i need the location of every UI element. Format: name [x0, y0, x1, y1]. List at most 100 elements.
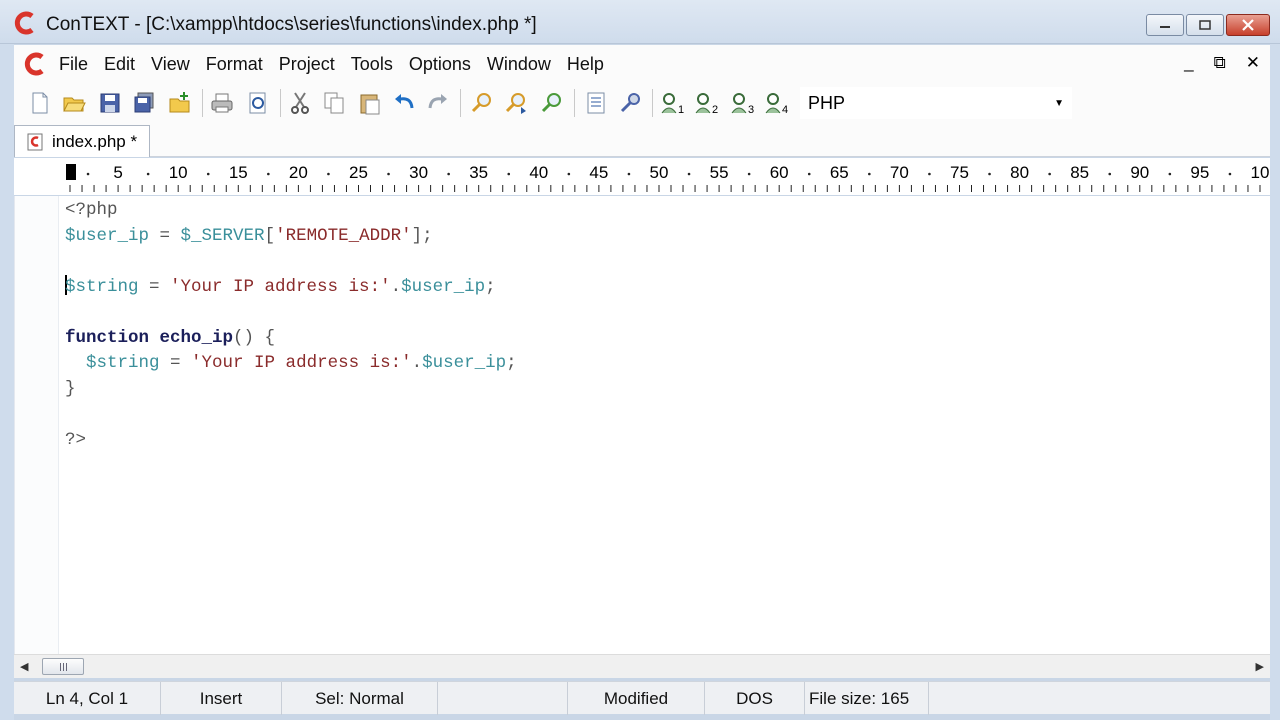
language-select[interactable]: PHP ▼ [800, 87, 1072, 119]
menu-help[interactable]: Help [567, 54, 604, 75]
cut-icon[interactable] [288, 91, 312, 115]
svg-text:2: 2 [712, 104, 718, 115]
open-folder-icon[interactable] [62, 91, 86, 115]
menu-file[interactable]: File [59, 54, 88, 75]
code-line[interactable]: <?php [65, 198, 517, 224]
code-token: 'Your IP address is:' [191, 353, 412, 373]
doc-restore-icon[interactable]: ⧉ [1214, 53, 1226, 73]
user-tool-4-icon[interactable]: 4 [764, 91, 792, 115]
maximize-icon [1199, 20, 1211, 30]
grip-line [65, 662, 67, 671]
redo-icon[interactable] [426, 91, 450, 115]
code-editor[interactable]: <?php $user_ip = $_SERVER['REMOTE_ADDR'];… [14, 196, 1270, 654]
menu-format[interactable]: Format [206, 54, 263, 75]
menu-bar: File Edit View Format Project Tools Opti… [14, 45, 1270, 83]
user-tool-2-icon[interactable]: 2 [694, 91, 722, 115]
replace-icon[interactable] [540, 91, 564, 115]
grip-line [59, 662, 61, 671]
copy-icon[interactable] [322, 91, 346, 115]
code-line[interactable]: ​ [65, 249, 517, 275]
ruler-dot [567, 172, 571, 176]
code-token: ; [485, 276, 496, 297]
svg-text:4: 4 [782, 104, 788, 115]
code-token: = [159, 353, 192, 373]
ruler-label: 15 [229, 163, 248, 182]
ruler-label: 50 [650, 163, 669, 182]
doc-close-icon[interactable]: ✕ [1246, 53, 1260, 73]
ruler-label: 75 [950, 163, 969, 182]
user-tool-1-icon[interactable]: 1 [660, 91, 688, 115]
document-logo-icon[interactable] [24, 52, 46, 76]
user-tool-3-icon[interactable]: 3 [730, 91, 758, 115]
find-next-icon[interactable] [504, 91, 528, 115]
ruler-label: 5 [113, 163, 122, 182]
code-line[interactable]: ​ [65, 402, 517, 428]
save-all-icon[interactable] [132, 91, 156, 115]
print-preview-icon[interactable] [246, 91, 270, 115]
menu-options[interactable]: Options [409, 54, 471, 75]
code-line[interactable]: ​ [65, 300, 517, 326]
code-token: $_SERVER [180, 225, 265, 246]
code-line[interactable]: function echo_ip() { [65, 326, 517, 352]
code-token: } [65, 378, 76, 399]
status-bar: Ln 4, Col 1 Insert Sel: Normal Modified … [14, 681, 1270, 715]
toolbar: 1 2 3 4 PHP ▼ [14, 83, 1270, 123]
find-icon[interactable] [470, 91, 494, 115]
ruler-dot [327, 172, 330, 176]
scroll-thumb[interactable] [42, 658, 84, 675]
code-line[interactable]: ?> [65, 428, 517, 454]
menu-view[interactable]: View [151, 54, 190, 75]
chevron-down-icon: ▼ [1054, 97, 1064, 109]
menu-edit[interactable]: Edit [104, 54, 135, 75]
code-token: ]; [411, 225, 433, 246]
title-bar[interactable]: ConTEXT - [C:\xampp\htdocs\series\functi… [0, 0, 1280, 44]
ruler-dot [146, 172, 150, 176]
menu-items: File Edit View Format Project Tools Opti… [59, 54, 620, 75]
code-line[interactable]: $user_ip = $_SERVER['REMOTE_ADDR']; [65, 224, 517, 250]
ruler-dot [747, 172, 751, 176]
document-tab-strip: index.php * [14, 123, 1270, 157]
menu-tools[interactable]: Tools [351, 54, 393, 75]
tab-index-php[interactable]: index.php * [14, 125, 150, 157]
horizontal-scrollbar[interactable]: ◀ ▶ [14, 654, 1270, 678]
ruler-label: 85 [1070, 163, 1089, 182]
code-token: $user_ip [65, 225, 150, 246]
ruler-dot [988, 172, 991, 176]
ruler-dot [507, 172, 511, 176]
ruler-label: 10 [169, 163, 188, 182]
close-button[interactable] [1226, 14, 1270, 36]
scroll-right-icon[interactable]: ▶ [1256, 660, 1264, 673]
toolbar-separator [460, 89, 461, 117]
code-line[interactable]: $string = 'Your IP address is:'.$user_ip… [65, 274, 517, 301]
ruler-label: 95 [1190, 163, 1209, 182]
code-token: $user_ip [401, 276, 486, 297]
menu-project[interactable]: Project [279, 54, 335, 75]
menu-window[interactable]: Window [487, 54, 551, 75]
ruler-dot [86, 172, 90, 176]
open-folder-new-icon[interactable] [168, 91, 192, 115]
minimize-button[interactable] [1146, 14, 1184, 36]
paste-icon[interactable] [358, 91, 382, 115]
code-line[interactable]: } [65, 377, 517, 403]
code-line[interactable]: $string = 'Your IP address is:'.$user_ip… [65, 351, 517, 377]
status-insert-mode: Insert [161, 682, 282, 715]
doc-minimize-icon[interactable]: _ [1184, 53, 1193, 73]
maximize-button[interactable] [1186, 14, 1224, 36]
undo-icon[interactable] [392, 91, 416, 115]
code-token: . [390, 276, 402, 297]
document-window-controls: _ ⧉ ✕ [1184, 53, 1260, 73]
print-icon[interactable] [210, 91, 234, 115]
php-file-icon [27, 133, 43, 150]
ruler-dot [1168, 172, 1172, 176]
code-token: 'REMOTE_ADDR' [275, 225, 412, 246]
file-list-icon[interactable] [584, 91, 608, 115]
code-token: () { [233, 327, 276, 348]
save-icon[interactable] [98, 91, 122, 115]
code-text[interactable]: <?php $user_ip = $_SERVER['REMOTE_ADDR'];… [65, 198, 517, 453]
scroll-left-icon[interactable]: ◀ [20, 660, 28, 673]
settings-wrench-icon[interactable] [618, 91, 642, 115]
new-file-icon[interactable] [28, 91, 52, 115]
toolbar-separator [202, 89, 203, 117]
code-token: [ [264, 225, 276, 246]
